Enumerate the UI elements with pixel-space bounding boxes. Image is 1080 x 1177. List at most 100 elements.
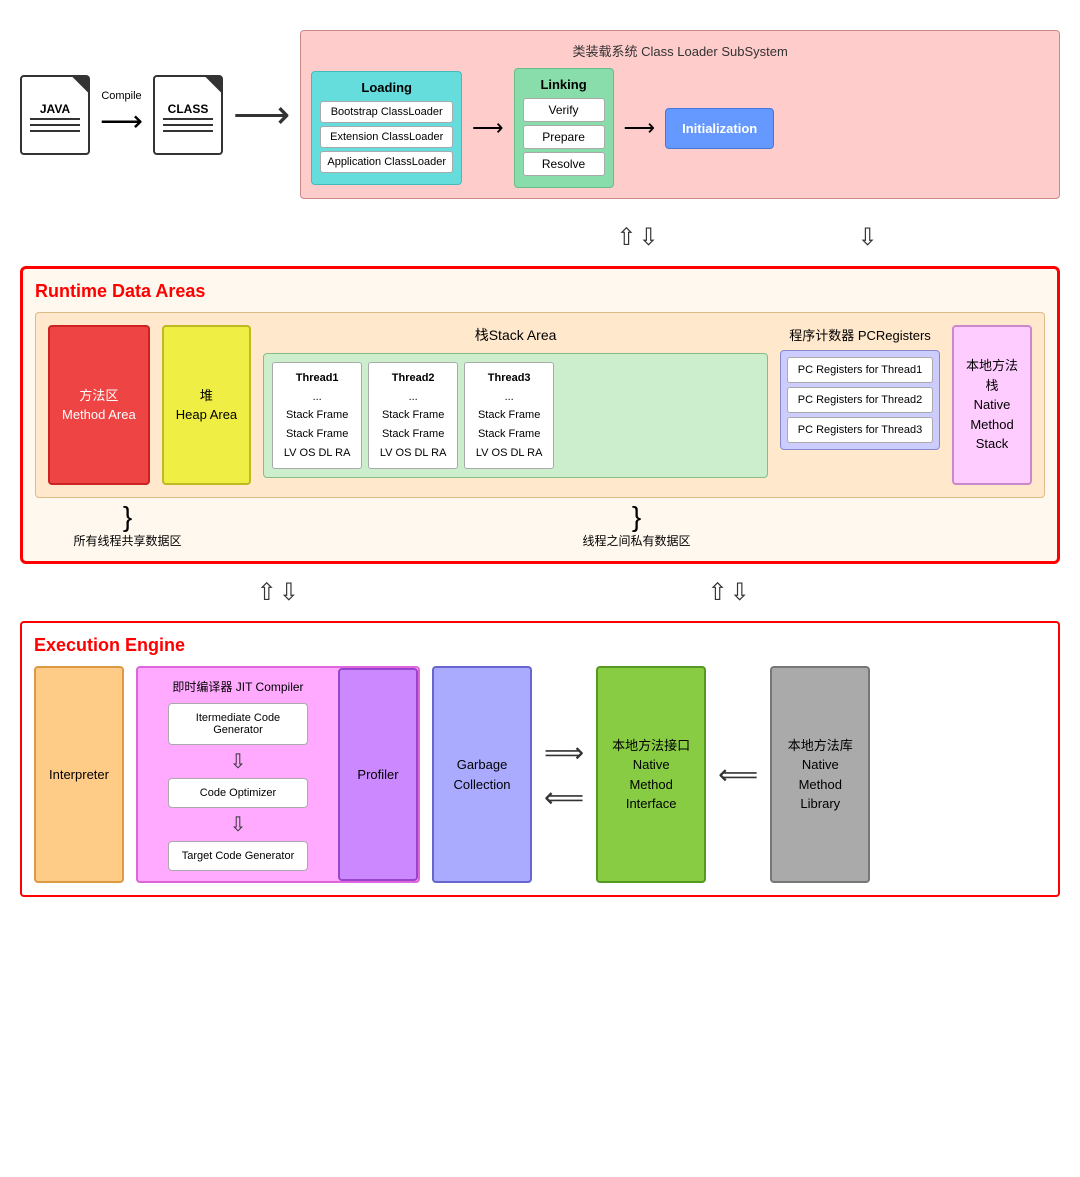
compile-arrow: Compile ⟶ [100,90,143,139]
native-library-en1: Native [802,755,839,775]
thread3-sf2: Stack Frame [478,428,540,440]
thread3-col: Thread3 ... Stack Frame Stack Frame LV O… [464,362,554,469]
garbage-line2: Collection [453,775,510,795]
class-file-icon: CLASS [153,75,223,155]
init-box: Initialization [665,108,774,149]
up-arrow-3: ⇧ [257,578,277,607]
jit-arrow2: ⇩ [230,812,247,837]
thread1-dots: ... [313,391,322,403]
java-file-icon: JAVA [20,75,90,155]
rt-to-exec-arrows: ⇧ ⇩ ⇧ ⇩ [20,578,1060,607]
down-arrow-1: ⇩ [639,223,659,252]
method-area-cn: 方法区 [62,386,136,406]
loading-title: Loading [320,80,453,95]
jit-step2: Code Optimizer [168,778,308,808]
arrow-pair-2: ⇩ [857,223,877,252]
linking-box: Linking Verify Prepare Resolve [514,68,614,188]
native-interface-box: 本地方法接口 Native Method Interface [596,666,706,883]
native-interface-en1: Native [633,755,670,775]
thread2-dots: ... [409,391,418,403]
shared-label-area: } 所有线程共享数据区 [35,506,220,549]
garbage-line1: Garbage [457,755,508,775]
runtime-title: Runtime Data Areas [35,281,1045,302]
big-arrow: ⟶ [233,92,290,138]
thread2-name: Thread2 [392,372,435,384]
up-arrow-1: ⇧ [616,223,636,252]
native-to-gc-arrow: ⟸ [544,781,584,814]
extension-classloader: Extension ClassLoader [320,126,453,148]
thread3-dots: ... [505,391,514,403]
profiler-label: Profiler [357,767,398,782]
private-label: 线程之间私有数据区 [228,532,1045,549]
native-library-en3: Library [800,794,840,814]
thread2-sf2: Stack Frame [382,428,444,440]
jit-steps: Itermediate Code Generator ⇩ Code Optimi… [148,703,328,871]
native-interface-en3: Interface [626,794,677,814]
native-library-en2: Method [799,775,842,795]
class-loader-inner: Loading Bootstrap ClassLoader Extension … [311,68,1049,188]
class-loader-box: 类装载系统 Class Loader SubSystem Loading Boo… [300,30,1060,199]
profiler-box: Profiler [338,668,418,881]
exec-arrows: ⟹ ⟸ [544,666,584,883]
jit-step1: Itermediate Code Generator [168,703,308,745]
jit-profiler-container: 即时编译器 JIT Compiler Itermediate Code Gene… [136,666,420,883]
stack-area-container: 栈Stack Area Thread1 ... Stack Frame Stac… [263,325,768,478]
down-arrow-3: ⇩ [279,578,299,607]
stack-threads: Thread1 ... Stack Frame Stack Frame LV O… [263,353,768,478]
execution-title: Execution Engine [34,635,1046,656]
jit-step3: Target Code Generator [168,841,308,871]
compile-label: Compile [101,90,141,102]
pc-thread1: PC Registers for Thread1 [787,357,933,383]
thread1-lv: LV OS DL RA [284,447,351,459]
jit-box: 即时编译器 JIT Compiler Itermediate Code Gene… [138,668,338,881]
thread3-sf1: Stack Frame [478,409,540,421]
interpreter-label: Interpreter [49,767,109,782]
thread1-name: Thread1 [296,372,339,384]
loading-box: Loading Bootstrap ClassLoader Extension … [311,71,462,185]
init-label: Initialization [682,121,757,136]
interpreter-box: Interpreter [34,666,124,883]
thread2-sf1: Stack Frame [382,409,444,421]
loading-to-linking-arrow: ⟶ [472,115,504,141]
execution-box: Execution Engine Interpreter 即时编译器 JIT C… [20,621,1060,897]
linking-title: Linking [523,77,605,92]
prepare-item: Prepare [523,125,605,149]
cl-to-rt-arrows: ⇧ ⇩ ⇩ [20,223,1060,252]
garbage-box: Garbage Collection [432,666,532,883]
native-library-cn: 本地方法库 [788,736,853,756]
stack-area-title: 栈Stack Area [263,325,768,345]
heap-en: Heap Area [176,405,237,425]
thread1-sf1: Stack Frame [286,409,348,421]
brace-labels: } 所有线程共享数据区 } 线程之间私有数据区 [35,506,1045,549]
verify-item: Verify [523,98,605,122]
linking-to-init-arrow: ⟶ [624,115,656,141]
top-section: JAVA Compile ⟶ CLASS ⟶ 类装载系统 Class Loade… [20,20,1060,209]
native-interface-cn: 本地方法接口 [612,736,690,756]
pc-thread3: PC Registers for Thread3 [787,417,933,443]
private-label-area: } 线程之间私有数据区 [228,506,1045,549]
runtime-box: Runtime Data Areas 方法区 Method Area 堆 Hea… [20,266,1060,564]
native-interface-to-library-arrow: ⟸ [718,666,758,883]
resolve-item: Resolve [523,152,605,176]
pc-registers-title: 程序计数器 PCRegisters [780,325,940,344]
java-label: JAVA [40,102,70,116]
native-library-box: 本地方法库 Native Method Library [770,666,870,883]
up-arrow-4: ⇧ [707,578,727,607]
native-stack-box: 本地方法栈NativeMethodStack [952,325,1032,485]
bootstrap-classloader: Bootstrap ClassLoader [320,101,453,123]
down-arrow-4: ⇩ [730,578,750,607]
pc-registers-container: 程序计数器 PCRegisters PC Registers for Threa… [780,325,940,450]
heap-cn: 堆 [176,386,237,406]
shared-label: 所有线程共享数据区 [35,532,220,549]
runtime-inner: 方法区 Method Area 堆 Heap Area 栈Stack Area … [35,312,1045,498]
thread2-lv: LV OS DL RA [380,447,447,459]
thread3-name: Thread3 [488,372,531,384]
gc-to-native-arrow: ⟹ [544,736,584,769]
down-arrow-2: ⇩ [857,223,877,252]
thread1-col: Thread1 ... Stack Frame Stack Frame LV O… [272,362,362,469]
arrow-pair-4: ⇧ ⇩ [707,578,749,607]
native-stack-text: 本地方法栈NativeMethodStack [964,356,1020,454]
thread3-lv: LV OS DL RA [476,447,543,459]
execution-inner: Interpreter 即时编译器 JIT Compiler Itermedia… [34,666,1046,883]
arrow-pair-1: ⇧ ⇩ [616,223,658,252]
